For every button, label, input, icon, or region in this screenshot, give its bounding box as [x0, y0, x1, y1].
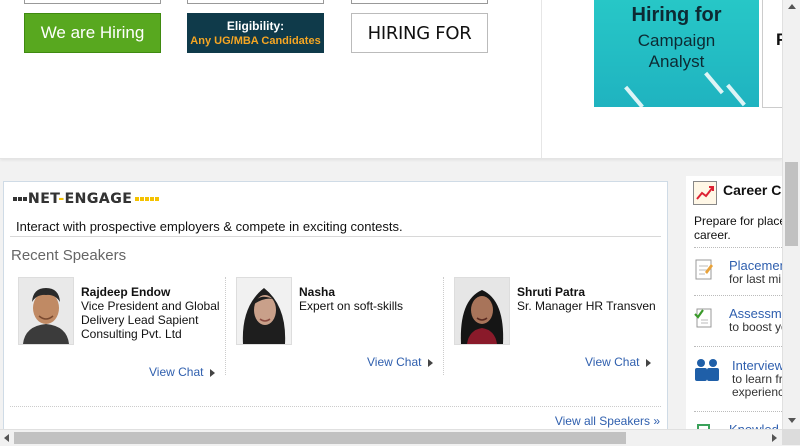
view-chat-label: View Chat [149, 365, 204, 379]
scroll-left-icon[interactable] [4, 434, 9, 442]
view-chat-label: View Chat [585, 355, 640, 369]
banner-line-campaign: Campaign [637, 31, 716, 50]
logo-dot [23, 197, 27, 201]
view-chat-link[interactable]: View Chat [585, 355, 652, 369]
speaker-divider [443, 277, 444, 375]
speaker-card: Nasha Expert on soft-skills View Chat [236, 277, 446, 397]
speaker-divider [225, 277, 226, 375]
banner-title: Hiring for [631, 4, 722, 26]
eligibility-title: Eligibility: [226, 19, 285, 33]
speaker-name: Rajdeep Endow [81, 285, 171, 299]
sidebar-item-title: Assessm [729, 306, 782, 321]
scroll-down-icon[interactable] [788, 418, 796, 423]
speaker-card: Rajdeep Endow Vice President and Global … [18, 277, 228, 397]
people-icon [694, 358, 719, 382]
hiring-for-label: HIRING FOR [367, 22, 472, 44]
sidebar-item-title: Placemen [729, 258, 782, 273]
logo-text: NET-ENGAGE [28, 191, 132, 207]
recent-speakers-title: Recent Speakers [11, 247, 127, 264]
logo-engage: ENGAGE [64, 191, 133, 207]
divider [694, 247, 782, 248]
horizontal-scroll-thumb[interactable] [14, 432, 626, 444]
sidebar-item-subtitle: for last mi [729, 272, 782, 286]
sidebar-item-interview[interactable]: Interview to learn fr experienc [694, 358, 782, 403]
intro-line: Prepare for place [694, 214, 782, 228]
speaker-photo[interactable] [454, 277, 510, 345]
speaker-name: Nasha [299, 285, 336, 299]
speaker-photo[interactable] [236, 277, 292, 345]
sidebar-item-placement[interactable]: Placemen for last mi [694, 258, 782, 298]
view-chat-link[interactable]: View Chat [367, 355, 434, 369]
ad-frame-edge [24, 0, 161, 4]
we-are-hiring-label: We are Hiring [40, 23, 145, 42]
top-ad-panel: We are Hiring Eligibility: Any UG/MBA Ca… [0, 0, 783, 159]
divider [10, 236, 661, 237]
second-banner-edge[interactable]: F [762, 0, 783, 108]
horizontal-scrollbar[interactable] [0, 429, 782, 446]
speaker-name: Shruti Patra [517, 285, 586, 299]
career-centre-intro: Prepare for place career. [694, 214, 782, 242]
logo-dot [18, 197, 22, 201]
divider [694, 411, 782, 412]
ad-frame-edge [351, 0, 488, 4]
net-engage-panel: NET-ENGAGE Interact with prospective emp… [3, 181, 668, 445]
scroll-right-icon[interactable] [772, 434, 777, 442]
speaker-photo[interactable] [18, 277, 74, 345]
panel-divider [541, 0, 542, 158]
divider [694, 346, 782, 347]
checklist-icon [694, 306, 714, 330]
sidebar-item-subtitle: to boost yo [729, 320, 782, 334]
net-engage-logo: NET-ENGAGE [13, 191, 160, 207]
speaker-card: Shruti Patra Sr. Manager HR Transven Vie… [454, 277, 664, 397]
divider [10, 406, 661, 407]
arrow-right-icon [646, 358, 652, 367]
banner-subtitle: Campaign Analyst [594, 30, 759, 72]
vertical-scrollbar[interactable] [782, 0, 800, 429]
scroll-up-icon[interactable] [788, 4, 796, 9]
career-centre-panel: Career C Prepare for place career. Place… [686, 176, 782, 445]
speaker-description: Vice President and Global Delivery Lead … [81, 299, 220, 341]
vertical-scroll-thumb[interactable] [785, 162, 798, 246]
sidebar-item-subtitle: to learn fr experienc [732, 373, 782, 399]
campaign-analyst-banner[interactable]: Hiring for Campaign Analyst [594, 0, 759, 107]
logo-net: NET [28, 191, 59, 207]
speaker-description: Sr. Manager HR Transven [517, 299, 656, 313]
intro-line: career. [694, 228, 731, 242]
speaker-description: Expert on soft-skills [299, 299, 404, 313]
scrollbar-corner [782, 429, 800, 445]
sidebar-item-title: Interview [732, 358, 782, 373]
ad-frame-edge [187, 0, 324, 4]
banner-decoration [726, 83, 746, 107]
banner-line-analyst: Analyst [648, 52, 705, 71]
sidebar-item-assessment[interactable]: Assessm to boost yo [694, 306, 782, 346]
divider [694, 295, 782, 296]
document-icon [694, 258, 714, 282]
logo-dot [13, 197, 17, 201]
chart-icon [693, 181, 717, 205]
arrow-right-icon [428, 358, 434, 367]
eligibility-detail: Any UG/MBA Candidates [190, 35, 321, 47]
arrow-right-icon [210, 368, 216, 377]
banner-decoration [704, 71, 724, 95]
we-are-hiring-ad[interactable]: We are Hiring [24, 13, 161, 53]
career-centre-title: Career C [723, 182, 782, 198]
subtitle-line: experienc [732, 385, 782, 399]
hiring-for-ad[interactable]: HIRING FOR [351, 13, 488, 53]
eligibility-ad[interactable]: Eligibility: Any UG/MBA Candidates [187, 13, 324, 53]
view-chat-link[interactable]: View Chat [149, 365, 216, 379]
banner-decoration [624, 85, 644, 107]
logo-tail [135, 197, 160, 201]
view-all-speakers-link[interactable]: View all Speakers » [555, 414, 660, 428]
net-engage-tagline: Interact with prospective employers & co… [16, 219, 403, 234]
view-chat-label: View Chat [367, 355, 422, 369]
